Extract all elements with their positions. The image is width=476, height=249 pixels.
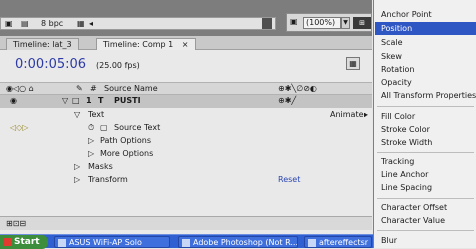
start-label: Start (14, 237, 40, 247)
menu-item-scale[interactable]: Scale (375, 36, 476, 49)
menu-item-character-value[interactable]: Character Value (375, 214, 476, 227)
zoom-select[interactable]: (100%) (303, 17, 341, 29)
taskbar-item-label: Adobe Photoshop (Not R... (193, 238, 298, 247)
tab-label: Timeline: Comp 1 (103, 40, 174, 49)
bpc-label[interactable]: 8 bpc (41, 19, 63, 28)
scroll-left-icon[interactable]: ◂ (89, 19, 93, 28)
menu-item-line-anchor[interactable]: Line Anchor (375, 168, 476, 181)
path-options-row[interactable]: ▷ Path Options (0, 135, 372, 148)
comp-flowchart-icon[interactable]: ▦ (346, 57, 360, 70)
source-text-label: Source Text (114, 123, 161, 132)
menu-item-position[interactable]: Position (375, 22, 476, 35)
animate-arrow-icon[interactable]: ▸ (364, 110, 368, 119)
menu-item-stroke-color[interactable]: Stroke Color (375, 123, 476, 136)
time-row: 0:00:05:06 (25.00 fps) ▦ (0, 51, 372, 75)
menu-item-rotation[interactable]: Rotation (375, 63, 476, 76)
menu-item-all-transform[interactable]: All Transform Properties (375, 89, 476, 102)
column-headers: ◉◁○ ⌂ ✎ # Source Name ⊕✱╲∅⊘◐ (0, 82, 372, 95)
transform-row[interactable]: ▷ Transform Reset (0, 174, 372, 187)
masks-row[interactable]: ▷ Masks (0, 161, 372, 174)
expand-down-icon[interactable]: ▽ (62, 96, 68, 105)
menu-item-tracking[interactable]: Tracking (375, 155, 476, 168)
menu-item-blur[interactable]: Blur (375, 234, 476, 247)
masks-label: Masks (88, 162, 113, 171)
close-icon[interactable]: × (182, 40, 189, 49)
menu-item-fill-color[interactable]: Fill Color (375, 110, 476, 123)
layer-row[interactable]: ◉ ▽ □ 1 T PUSTI ⊕✱╱ (0, 95, 372, 108)
number-column-header[interactable]: # (90, 84, 97, 93)
toolbar: ▣ ▤ 8 bpc ▦ ◂ ▣ (100%) ▼ ⊞ (0, 0, 372, 36)
av-features-icons: ◉◁○ ⌂ (6, 84, 34, 93)
quality-button[interactable]: ⊞ (353, 17, 371, 29)
scroll-right-button[interactable] (262, 18, 272, 29)
taskbar-item-aftereffects[interactable]: aftereffectsr (304, 236, 372, 248)
text-group-row[interactable]: ▽ Text Animate: ▸ (0, 109, 372, 122)
menu-item-skew[interactable]: Skew (375, 50, 476, 63)
tab-label: Timeline: lat_3 (13, 40, 72, 49)
expand-right-icon[interactable]: ▷ (74, 162, 80, 171)
transparency-grid-icon[interactable]: ▦ (77, 19, 85, 28)
timeline-tabs: Timeline: lat_3 Timeline: Comp 1 × (0, 36, 372, 50)
view-icon[interactable]: ▣ (290, 17, 298, 26)
menu-item-anchor-point[interactable]: Anchor Point (375, 8, 476, 21)
reset-link[interactable]: Reset (278, 175, 300, 184)
switches-icons: ⊕✱╲∅⊘◐ (278, 84, 317, 93)
taskbar-item-photoshop[interactable]: Adobe Photoshop (Not R... (178, 236, 298, 248)
timeline-panel: ▣ ▤ 8 bpc ▦ ◂ ▣ (100%) ▼ ⊞ Timeline: lat… (0, 0, 372, 234)
chevron-down-icon[interactable]: ▼ (341, 17, 350, 29)
more-options-label: More Options (100, 149, 154, 158)
more-options-row[interactable]: ▷ More Options (0, 148, 372, 161)
animate-label: Animate: (330, 110, 367, 119)
menu-item-opacity[interactable]: Opacity (375, 76, 476, 89)
monitor-icon[interactable]: ▣ (5, 19, 13, 28)
transform-label: Transform (88, 175, 128, 184)
expand-right-icon[interactable]: ▷ (74, 175, 80, 184)
menu-item-line-spacing[interactable]: Line Spacing (375, 181, 476, 194)
menu-divider (377, 106, 474, 107)
taskbar-item-asus[interactable]: ASUS WiFi-AP Solo (54, 236, 170, 248)
expand-right-icon[interactable]: ▷ (88, 149, 94, 158)
toolbar-strip: ▣ ▤ 8 bpc ▦ ◂ (0, 17, 276, 30)
label-column-icon[interactable]: ✎ (76, 84, 83, 93)
menu-divider (377, 152, 474, 153)
animate-context-menu: Anchor Point Position Scale Skew Rotatio… (373, 0, 476, 248)
layer-name[interactable]: PUSTI (114, 96, 141, 105)
eye-icon[interactable]: ◉ (10, 96, 17, 105)
text-layer-icon: T (98, 96, 104, 105)
tab-lat3[interactable]: Timeline: lat_3 (6, 38, 79, 50)
viewer-controls: ▣ (100%) ▼ ⊞ (286, 13, 372, 32)
menu-item-stroke-width[interactable]: Stroke Width (375, 136, 476, 149)
grid-icon[interactable]: ▤ (21, 19, 29, 28)
current-time[interactable]: 0:00:05:06 (15, 57, 86, 72)
taskbar-item-label: aftereffectsr (319, 238, 369, 247)
tab-comp1[interactable]: Timeline: Comp 1 × (96, 38, 196, 50)
frame-rate: (25.00 fps) (96, 61, 140, 70)
timeline-footer: ⊞⊡⊟ (0, 216, 372, 230)
menu-divider (377, 230, 474, 231)
expand-right-icon[interactable]: ▷ (88, 136, 94, 145)
layer-switch-icons[interactable]: ⊕✱╱ (278, 96, 296, 105)
source-name-header[interactable]: Source Name (104, 84, 158, 93)
label-color-icon[interactable]: □ (72, 96, 80, 105)
source-text-row[interactable]: ◁◇▷ ⏱ ▢ Source Text (0, 122, 372, 135)
start-button[interactable]: Start (0, 235, 48, 249)
text-doc-icon: ▢ (100, 123, 108, 132)
text-group-label: Text (88, 110, 105, 119)
stopwatch-icon[interactable]: ⏱ (88, 123, 94, 133)
keyframe-nav-icon[interactable]: ◁◇▷ (10, 123, 28, 132)
path-options-label: Path Options (100, 136, 151, 145)
footer-toggle-icons[interactable]: ⊞⊡⊟ (6, 219, 26, 228)
menu-item-character-offset[interactable]: Character Offset (375, 201, 476, 214)
taskbar-item-label: ASUS WiFi-AP Solo (69, 238, 142, 247)
menu-divider (377, 198, 474, 199)
expand-down-icon[interactable]: ▽ (74, 110, 80, 119)
layer-number: 1 (86, 96, 92, 105)
